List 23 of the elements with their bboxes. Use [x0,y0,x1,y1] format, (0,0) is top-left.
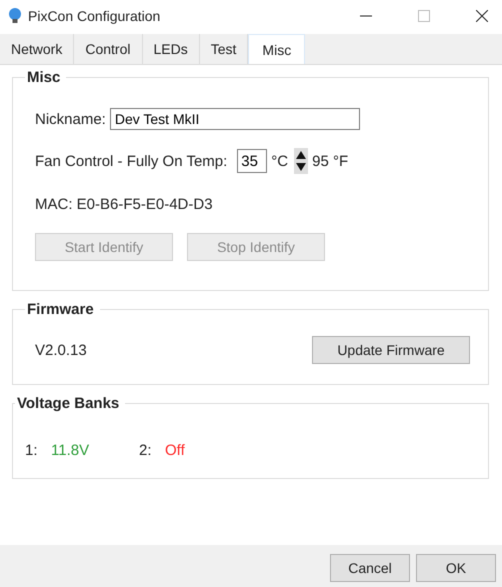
nickname-label: Nickname: [35,110,106,128]
bank-label: 1: [25,442,39,459]
fan-label: Fan Control - Fully On Temp: [35,152,228,170]
bank-voltage: Off [165,442,186,459]
group-title: Misc [26,69,62,86]
group-title: Firmware [26,301,95,318]
update-firmware-button[interactable]: Update Firmware [312,336,470,364]
dialog-button[interactable]: Cancel [330,554,410,582]
spinner-icon[interactable] [294,148,308,174]
temperature-field[interactable]: 35 [237,149,268,173]
firmware-version: V2.0.13 [35,342,87,358]
mac-address: MAC: E0-B6-F5-E0-4D-D3 [35,196,213,213]
fahrenheit-reading: 95 °F [312,152,348,170]
group-title: Voltage Banks [16,395,120,412]
dialog-button[interactable]: OK [416,554,496,582]
unit-label: °C [271,152,288,170]
window-title: PixCon Configuration [28,8,160,24]
bank-voltage: 11.8V [51,442,90,459]
nickname-field[interactable]: Dev Test MkII [110,108,360,130]
tab[interactable]: Misc [248,34,306,64]
bank-label: 2: [139,442,153,459]
lightbulb-icon [8,7,22,25]
close-icon[interactable] [476,10,488,22]
